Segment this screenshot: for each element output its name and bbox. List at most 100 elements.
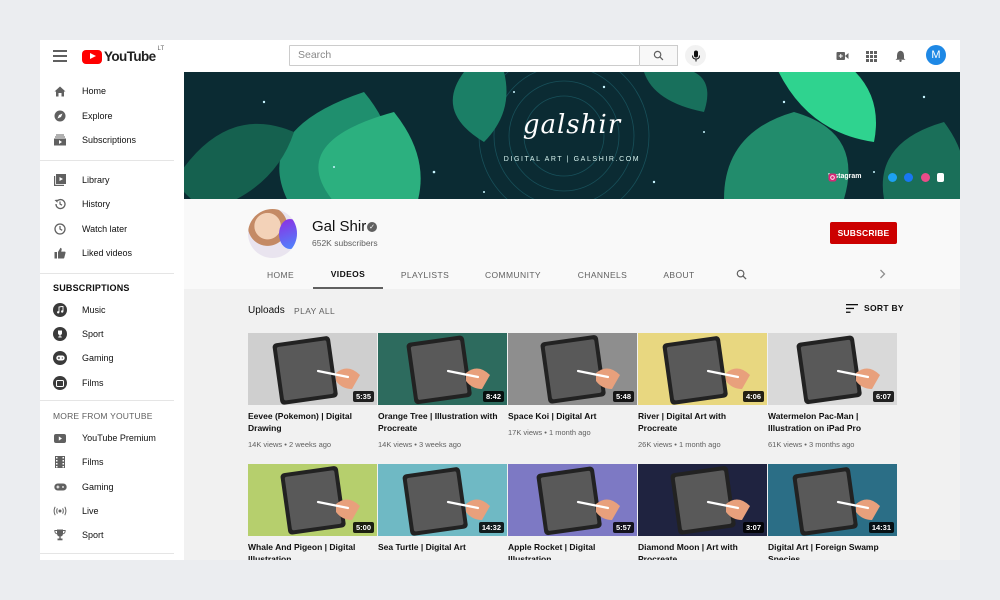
video-title[interactable]: River | Digital Art with Procreate [638,410,763,434]
sidebar-item-sport[interactable]: Sport [40,323,184,345]
video-title[interactable]: Sea Turtle | Digital Art [378,541,503,553]
instagram-link[interactable]: Instagram [828,173,861,182]
sidebar-item-gaming[interactable]: Gaming [40,347,184,369]
history-icon [53,197,67,211]
video-thumbnail[interactable]: 8:42 [378,333,507,405]
sidebar-item-home[interactable]: Home [40,80,184,102]
notifications-icon[interactable] [892,48,908,64]
hand-shape [856,499,880,520]
video-thumbnail[interactable]: 5:57 [508,464,637,536]
video-duration: 14:31 [868,522,894,533]
facebook-icon[interactable] [904,173,913,182]
video-duration: 8:42 [482,391,504,402]
trophy-icon [53,528,67,542]
film-strip-icon [53,455,67,469]
account-avatar[interactable]: M [926,45,946,65]
menu-icon[interactable] [52,48,68,64]
chevron-right-icon[interactable] [874,266,890,282]
dribbble-icon[interactable] [921,173,930,182]
tablet-screen [800,339,858,400]
video-title[interactable]: Watermelon Pac-Man | Illustration on iPa… [768,410,893,434]
sidebar-item-library[interactable]: Library [40,169,184,191]
video-title[interactable]: Whale And Pigeon | Digital Illustration [248,541,373,560]
youtube-logo[interactable]: YouTube LT [82,46,164,64]
sidebar-item-sport-more[interactable]: Sport [40,524,184,546]
tablet-screen [540,470,598,531]
video-thumbnail[interactable]: 14:32 [378,464,507,536]
view-count: 17K views [508,428,543,437]
video-thumbnail[interactable]: 5:00 [248,464,377,536]
video-thumbnail[interactable]: 6:07 [768,333,897,405]
tab-videos[interactable]: VIDEOS [313,261,383,289]
youtube-window: YouTube LT Search M Home Explore Subscri… [40,40,960,560]
video-thumbnail[interactable]: 14:31 [768,464,897,536]
video-thumbnail[interactable]: 4:06 [638,333,767,405]
video-title[interactable]: Eevee (Pokemon) | Digital Drawing [248,410,373,434]
sidebar-item-live[interactable]: Live [40,500,184,522]
video-title[interactable]: Apple Rocket | Digital Illustration [508,541,633,560]
tab-home[interactable]: HOME [248,261,313,289]
video-title[interactable]: Digital Art | Foreign Swamp Species [768,541,893,560]
video-duration: 3:07 [742,522,764,533]
sort-by-button[interactable]: SORT BY [846,303,904,313]
home-icon [53,84,67,98]
sidebar-item-watch-later[interactable]: Watch later [40,218,184,240]
voice-search-button[interactable] [685,45,706,66]
video-title[interactable]: Space Koi | Digital Art [508,410,633,422]
channel-search-icon[interactable] [733,266,749,282]
video-thumbnail[interactable]: 3:07 [638,464,767,536]
tablet-screen [674,470,732,531]
compass-icon [53,109,67,123]
search-input[interactable]: Search [289,45,640,66]
sidebar-item-youtube-premium[interactable]: YouTube Premium [40,427,184,449]
trophy-icon [53,327,67,341]
subscribe-button[interactable]: SUBSCRIBE [830,222,897,244]
upload-age: 3 months ago [808,440,855,449]
video-title[interactable]: Diamond Moon | Art with Procreate [638,541,763,560]
channel-header: Gal Shir ✓ 652K subscribers SUBSCRIBE HO… [184,199,960,289]
live-icon [53,504,67,518]
video-duration: 5:35 [352,391,374,402]
tab-playlists[interactable]: PLAYLISTS [392,261,458,289]
sidebar-item-gaming-more[interactable]: Gaming [40,476,184,498]
channel-banner: galshir DIGITAL ART | GALSHIR.COM Instag… [184,72,960,199]
video-meta: 61K views • 3 months ago [768,440,855,449]
play-all-button[interactable]: PLAY ALL [294,306,335,316]
apps-icon[interactable] [863,48,879,64]
sidebar-item-label: Gaming [82,482,114,492]
sidebar-item-films[interactable]: Films [40,372,184,394]
sidebar: Home Explore Subscriptions Library Histo… [40,72,184,560]
sidebar-item-music[interactable]: Music [40,299,184,321]
sidebar-item-history[interactable]: History [40,193,184,215]
sidebar-item-liked-videos[interactable]: Liked videos [40,242,184,264]
sidebar-item-label: Music [82,305,106,315]
film-icon [53,376,67,390]
sidebar-item-films-more[interactable]: Films [40,451,184,473]
tab-about[interactable]: ABOUT [654,261,704,289]
mic-icon [691,50,700,61]
search-icon [653,50,664,61]
tab-community[interactable]: COMMUNITY [478,261,548,289]
upload-age: 1 month ago [678,440,721,449]
thumbs-up-icon [53,246,67,260]
sidebar-item-label: Films [82,457,104,467]
video-thumbnail[interactable]: 5:48 [508,333,637,405]
tab-channels[interactable]: CHANNELS [570,261,635,289]
video-duration: 4:06 [742,391,764,402]
sidebar-item-label: Films [82,378,104,388]
search-button[interactable] [640,45,678,66]
youtube-play-icon [82,49,102,64]
sidebar-divider [40,273,174,274]
channel-avatar[interactable] [248,209,297,258]
video-title[interactable]: Orange Tree | Illustration with Procreat… [378,410,503,434]
sidebar-item-explore[interactable]: Explore [40,105,184,127]
view-count: 14K views [248,440,283,449]
twitter-icon[interactable] [888,173,897,182]
tablet-screen [796,471,854,532]
sidebar-item-label: Library [82,175,110,185]
create-video-icon[interactable] [834,48,850,64]
patreon-icon[interactable] [937,173,944,182]
upload-age: 1 month ago [548,428,591,437]
video-thumbnail[interactable]: 5:35 [248,333,377,405]
sidebar-item-subscriptions[interactable]: Subscriptions [40,129,184,151]
